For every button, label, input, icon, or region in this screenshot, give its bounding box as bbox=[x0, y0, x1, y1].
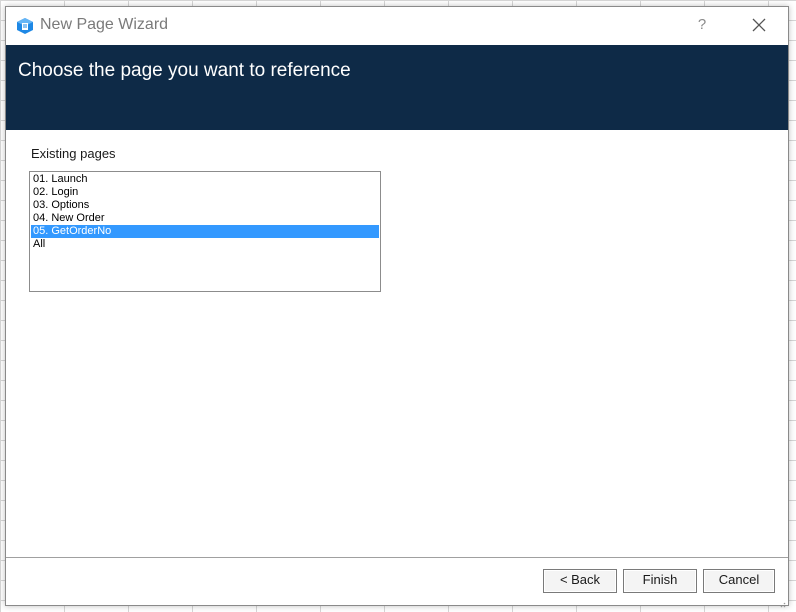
resize-grip-icon[interactable] bbox=[778, 595, 786, 608]
list-item-launch[interactable]: 01. Launch bbox=[31, 173, 379, 186]
finish-button[interactable]: Finish bbox=[623, 569, 697, 593]
close-icon bbox=[752, 18, 766, 32]
list-item-getorderno[interactable]: 05. GetOrderNo bbox=[31, 225, 379, 238]
existing-pages-label: Existing pages bbox=[31, 146, 116, 161]
cancel-button[interactable]: Cancel bbox=[703, 569, 775, 593]
page-title: Choose the page you want to reference bbox=[18, 60, 351, 81]
new-page-wizard-dialog: New Page Wizard ? Choose the page you wa… bbox=[5, 6, 789, 608]
wizard-header-band: Choose the page you want to reference bbox=[6, 45, 788, 130]
window-title: New Page Wizard bbox=[40, 16, 169, 33]
list-item-new-order[interactable]: 04. New Order bbox=[31, 212, 379, 225]
wizard-app-icon bbox=[16, 17, 34, 35]
list-item-all[interactable]: All bbox=[31, 238, 379, 251]
list-item-login[interactable]: 02. Login bbox=[31, 186, 379, 199]
help-button[interactable]: ? bbox=[692, 14, 712, 36]
existing-pages-listbox[interactable]: 01. Launch 02. Login 03. Options 04. New… bbox=[29, 171, 381, 292]
list-item-options[interactable]: 03. Options bbox=[31, 199, 379, 212]
title-bar: New Page Wizard ? bbox=[6, 7, 788, 45]
footer-divider bbox=[6, 557, 788, 558]
back-button[interactable]: < Back bbox=[543, 569, 617, 593]
close-button[interactable] bbox=[746, 14, 772, 38]
